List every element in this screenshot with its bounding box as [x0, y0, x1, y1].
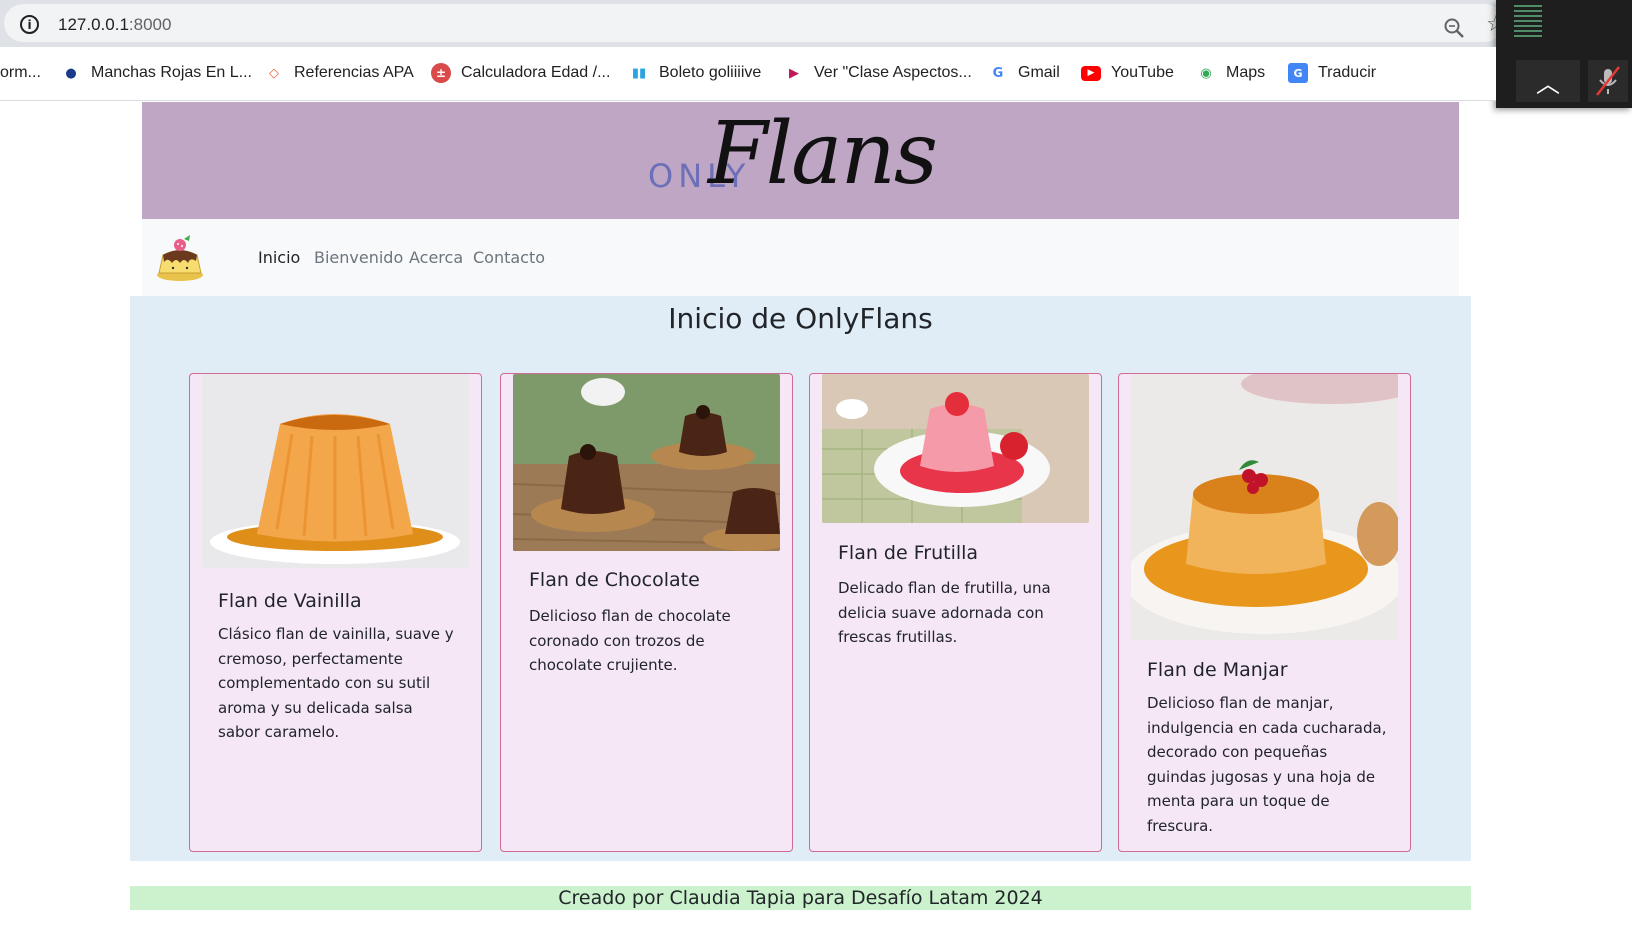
mic-muted-icon[interactable]: [1588, 60, 1628, 102]
product-card[interactable]: Flan de Frutilla Delicado flan de frutil…: [809, 373, 1102, 852]
url-omnibox[interactable]: i 127.0.0.1:8000 ☆: [4, 4, 1506, 42]
product-card[interactable]: Flan de Chocolate Delicioso flan de choc…: [500, 373, 793, 852]
bookmark-item[interactable]: ▮▮ Boleto goliiiive: [629, 61, 761, 85]
bookmark-item[interactable]: ± Calculadora Edad /...: [431, 61, 610, 85]
bookmark-label: Boleto goliiiive: [659, 64, 762, 81]
card-text: Delicado flan de frutilla, una delicia s…: [838, 579, 1051, 646]
bookmark-item[interactable]: ◇ Referencias APA: [264, 61, 414, 85]
site-info-icon[interactable]: i: [20, 15, 39, 34]
nav-link-bienvenido[interactable]: Bienvenido: [314, 248, 403, 267]
bookmark-label: orm...: [0, 64, 41, 81]
flan-logo-icon[interactable]: [154, 233, 206, 283]
url-text[interactable]: 127.0.0.1:8000: [58, 15, 171, 35]
nav-link-contacto[interactable]: Contacto: [473, 248, 545, 267]
apple-icon: ●: [65, 65, 77, 81]
bookmark-item[interactable]: G Gmail: [988, 61, 1060, 85]
bookmark-label: Referencias APA: [294, 64, 414, 81]
bookmark-label: YouTube: [1111, 64, 1174, 81]
strawberry-flan-photo: [822, 374, 1089, 523]
bookmark-label: Gmail: [1018, 64, 1060, 81]
card-title: Flan de Chocolate: [529, 569, 700, 591]
product-card[interactable]: Flan de Manjar Delicioso flan de manjar,…: [1118, 373, 1411, 852]
zoom-icon[interactable]: [1442, 16, 1466, 40]
nav-link-acerca[interactable]: Acerca: [409, 248, 463, 267]
bookmark-item[interactable]: ◉ Maps: [1196, 61, 1265, 85]
google-icon: G: [992, 65, 1004, 81]
maps-pin-icon: ◉: [1200, 65, 1212, 81]
bookmark-label: Traducir: [1318, 64, 1377, 81]
card-title: Flan de Vainilla: [218, 590, 362, 612]
card-text: Clásico flan de vainilla, suave y cremos…: [218, 625, 454, 741]
bookmark-label: Calculadora Edad /...: [461, 64, 611, 81]
page-title: Inicio de OnlyFlans: [668, 302, 933, 335]
bookmark-item[interactable]: ▶ Ver "Clase Aspectos...: [784, 61, 972, 85]
play-icon: ▶: [789, 65, 799, 81]
bookmarks-bar: orm... ● Manchas Rojas En L... ◇ Referenci…: [0, 47, 1496, 101]
bookmark-label: Manchas Rojas En L...: [91, 64, 252, 81]
card-title: Flan de Frutilla: [838, 542, 979, 564]
card-title: Flan de Manjar: [1147, 659, 1288, 681]
chevron-up-icon[interactable]: ︿: [1516, 60, 1580, 102]
manjar-flan-photo: [1131, 374, 1398, 640]
grad-cap-icon: ◇: [269, 65, 279, 81]
bookmark-item[interactable]: ● Manchas Rojas En L...: [61, 61, 252, 85]
thumbnail-preview: [1514, 2, 1554, 52]
product-card[interactable]: Flan de Vainilla Clásico flan de vainill…: [189, 373, 482, 852]
browser-address-bar: i 127.0.0.1:8000 ☆: [0, 0, 1632, 47]
card-text: Delicioso flan de chocolate coronado con…: [529, 607, 731, 674]
chocolate-flan-photo: [513, 374, 780, 551]
bookmark-item[interactable]: G Traducir: [1288, 61, 1376, 85]
nav-link-inicio[interactable]: Inicio: [258, 248, 300, 267]
bars-icon: ▮▮: [631, 65, 647, 81]
card-text: Delicioso flan de manjar, indulgencia en…: [1147, 694, 1387, 835]
translate-icon: G: [1288, 63, 1308, 83]
bookmark-item[interactable]: ▶ YouTube: [1081, 61, 1174, 85]
bookmark-label: Maps: [1226, 64, 1266, 81]
calc-icon: ±: [431, 63, 451, 83]
bookmark-label: Ver "Clase Aspectos...: [814, 64, 972, 81]
vanilla-flan-photo: [202, 374, 469, 568]
bookmark-item[interactable]: orm...: [0, 61, 41, 85]
youtube-icon: ▶: [1081, 65, 1101, 81]
footer: Creado por Claudia Tapia para Desafío La…: [130, 886, 1471, 910]
logo-flans-text: Flans: [708, 104, 938, 204]
floating-toolbar-overlay: ︿: [1496, 0, 1632, 108]
